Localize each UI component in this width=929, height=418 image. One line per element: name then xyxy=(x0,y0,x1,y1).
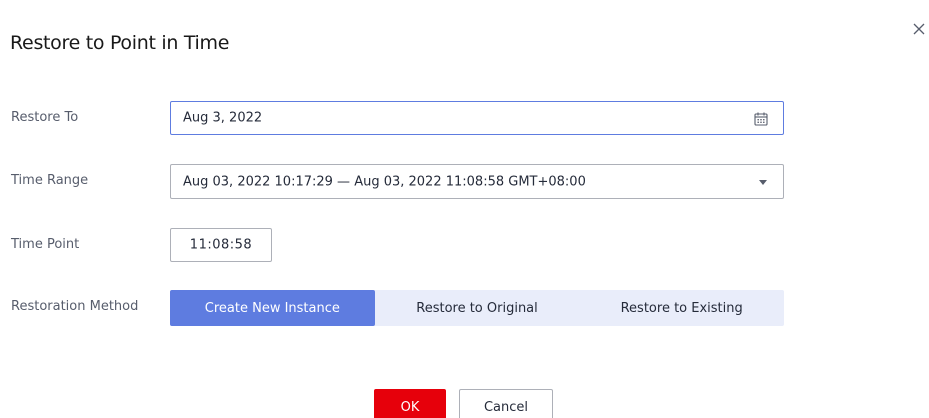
cancel-button[interactable]: Cancel xyxy=(459,389,553,418)
dialog-title: Restore to Point in Time xyxy=(10,32,230,54)
time-point-input[interactable]: 11:08:58 xyxy=(170,228,272,262)
ok-button[interactable]: OK xyxy=(374,389,446,418)
restore-dialog: Restore to Point in Time Restore To Aug … xyxy=(0,0,929,418)
time-point-label: Time Point xyxy=(11,237,80,252)
restoration-method-label: Restoration Method xyxy=(11,299,139,314)
time-range-select[interactable]: Aug 03, 2022 10:17:29 — Aug 03, 2022 11:… xyxy=(170,164,784,199)
restoration-method-selector: Create New Instance Restore to Original … xyxy=(170,290,784,326)
restore-date-picker[interactable]: Aug 3, 2022 xyxy=(170,101,784,135)
option-restore-to-original[interactable]: Restore to Original xyxy=(375,290,580,326)
option-create-new-instance[interactable]: Create New Instance xyxy=(170,290,375,326)
restore-date-value: Aug 3, 2022 xyxy=(183,110,263,126)
close-icon[interactable] xyxy=(911,21,927,37)
option-restore-to-existing[interactable]: Restore to Existing xyxy=(579,290,784,326)
calendar-icon[interactable] xyxy=(753,111,769,127)
time-range-label: Time Range xyxy=(11,173,89,188)
time-point-value: 11:08:58 xyxy=(189,237,253,253)
time-range-value: Aug 03, 2022 10:17:29 — Aug 03, 2022 11:… xyxy=(183,174,586,189)
chevron-down-icon[interactable] xyxy=(759,180,767,185)
restore-to-label: Restore To xyxy=(11,110,79,125)
